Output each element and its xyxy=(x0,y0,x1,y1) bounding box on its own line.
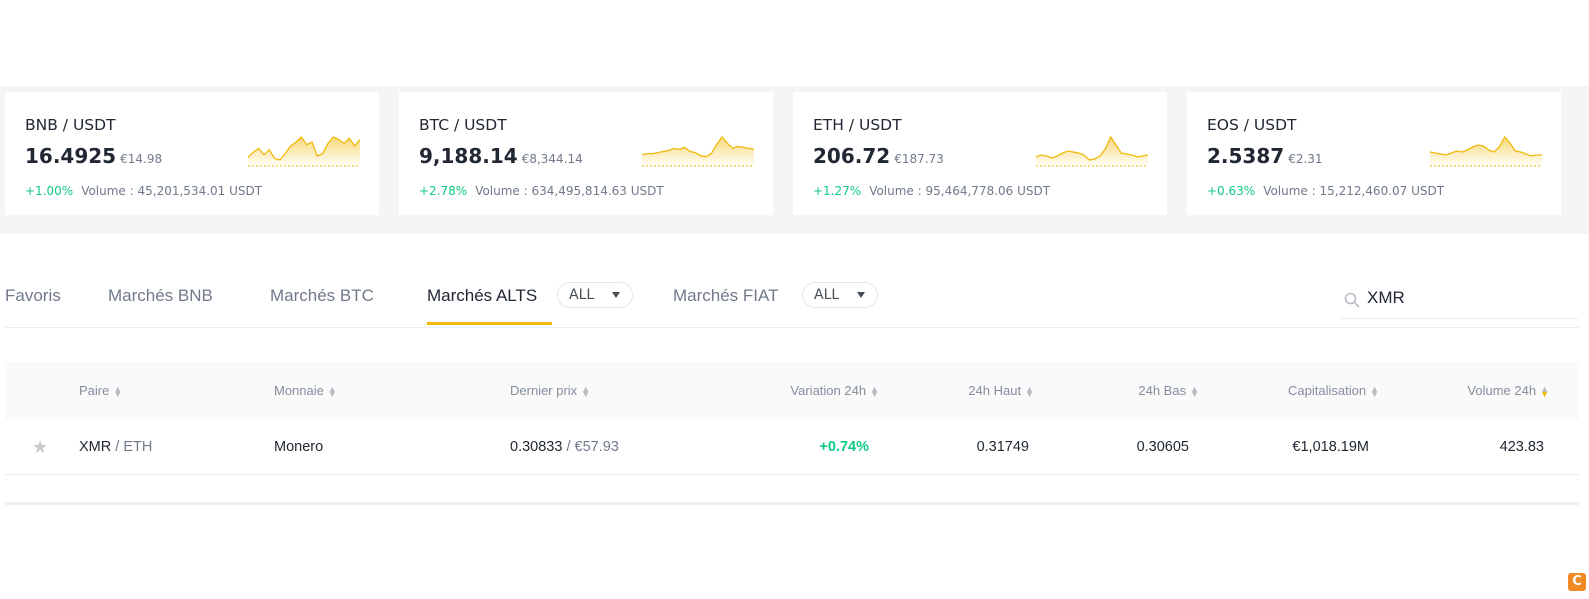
ticker-sparkline xyxy=(642,135,754,167)
ticker-card-bnb[interactable]: BNB / USDT 16.4925 €14.98 +1.00% Volume : … xyxy=(5,92,379,215)
column-header-volume[interactable]: Volume 24h ▲ ▼ xyxy=(1467,383,1549,398)
sort-icon: ▲ ▼ xyxy=(327,383,337,399)
currency-name-cell: Monero xyxy=(274,439,324,455)
tab-marches-fiat[interactable]: Marchés FIAT xyxy=(673,286,778,306)
active-tab-indicator xyxy=(427,322,552,325)
column-header-haut[interactable]: 24h Haut ▲ ▼ xyxy=(968,383,1034,398)
ticker-pair: BNB / USDT xyxy=(25,116,116,134)
alts-filter-value: ALL xyxy=(569,287,595,303)
ticker-pair: ETH / USDT xyxy=(813,116,902,134)
ticker-change: +0.63% xyxy=(1207,184,1256,198)
ticker-volume: Volume : 634,495,814.63 USDT xyxy=(475,184,664,198)
search-box xyxy=(1341,280,1578,319)
fiat-filter-dropdown[interactable]: ALL xyxy=(802,282,878,308)
column-header-bas[interactable]: 24h Bas ▲ ▼ xyxy=(1138,383,1199,398)
ticker-stats: +0.63% Volume : 15,212,460.07 USDT xyxy=(1207,184,1444,198)
ticker-price: 9,188.14 €8,344.14 xyxy=(419,144,583,168)
sparkline-area xyxy=(1036,137,1148,165)
ticker-sparkline xyxy=(248,136,360,167)
ticker-price: 16.4925 €14.98 xyxy=(25,144,163,168)
ticker-strip: BNB / USDT 16.4925 €14.98 +1.00% Volume : … xyxy=(0,86,1589,234)
ticker-pair: BTC / USDT xyxy=(419,116,507,134)
ticker-fiat-price: €2.31 xyxy=(1288,152,1323,166)
sort-icon: ▲ ▼ xyxy=(1190,383,1199,399)
fiat-filter-value: ALL xyxy=(814,287,840,303)
ticker-volume: Volume : 95,464,778.06 USDT xyxy=(869,184,1051,198)
ticker-fiat-price: €8,344.14 xyxy=(521,152,583,166)
column-header-monnaie[interactable]: Monnaie ▲ ▼ xyxy=(274,383,337,398)
column-header-paire[interactable]: Paire ▲ ▼ xyxy=(79,383,122,398)
tabs-divider xyxy=(5,327,1579,328)
tab-marches-btc[interactable]: Marchés BTC xyxy=(270,286,374,306)
chevron-down-icon xyxy=(612,292,620,298)
low-24h-cell: 0.30605 xyxy=(1136,439,1189,455)
ticker-volume: Volume : 45,201,534.01 USDT xyxy=(81,184,263,198)
ticker-change: +1.00% xyxy=(25,184,74,198)
variation-cell: +0.74% xyxy=(819,439,869,455)
column-header-variation[interactable]: Variation 24h ▲ ▼ xyxy=(790,383,879,398)
ticker-card-eth[interactable]: ETH / USDT 206.72 €187.73 +1.27% Volume : … xyxy=(793,92,1167,215)
sort-icon: ▲ ▼ xyxy=(1540,383,1549,399)
favorite-star-icon[interactable]: ★ xyxy=(32,437,48,458)
ticker-sparkline xyxy=(1036,135,1148,167)
ticker-price: 206.72 €187.73 xyxy=(813,144,944,168)
watermark-logo: C xyxy=(1568,573,1586,591)
table-header: Paire ▲ ▼ Monnaie ▲ ▼ Dernier prix ▲ ▼ Variati… xyxy=(5,362,1579,420)
pair-cell: XMR / ETH xyxy=(79,439,153,455)
sort-icon: ▲ ▼ xyxy=(113,383,123,399)
markets-table: Paire ▲ ▼ Monnaie ▲ ▼ Dernier prix ▲ ▼ Variati… xyxy=(5,362,1579,475)
ticker-change: +2.78% xyxy=(419,184,468,198)
ticker-fiat-price: €187.73 xyxy=(894,152,944,166)
sparkline-area xyxy=(642,137,754,165)
tab-favoris[interactable]: Favoris xyxy=(5,286,61,306)
ticker-volume: Volume : 15,212,460.07 USDT xyxy=(1263,184,1445,198)
ticker-stats: +1.00% Volume : 45,201,534.01 USDT xyxy=(25,184,262,198)
ticker-stats: +2.78% Volume : 634,495,814.63 USDT xyxy=(419,184,664,198)
high-24h-cell: 0.31749 xyxy=(976,439,1029,455)
column-header-capitalisation[interactable]: Capitalisation ▲ ▼ xyxy=(1288,383,1379,398)
ticker-pair: EOS / USDT xyxy=(1207,116,1297,134)
ticker-fiat-price: €14.98 xyxy=(120,152,163,166)
sort-icon: ▲ ▼ xyxy=(870,383,879,399)
sparkline-area xyxy=(1430,137,1542,165)
volume-24h-cell: 423.83 xyxy=(1499,439,1544,455)
search-icon xyxy=(1344,292,1360,308)
ticker-price: 2.5387 €2.31 xyxy=(1207,144,1323,168)
alts-filter-dropdown[interactable]: ALL xyxy=(557,282,633,308)
table-bottom-divider xyxy=(5,502,1579,505)
chevron-down-icon xyxy=(857,292,865,298)
tab-marches-alts[interactable]: Marchés ALTS xyxy=(427,286,537,306)
search-input[interactable] xyxy=(1367,285,1567,311)
column-header-dernier-prix[interactable]: Dernier prix ▲ ▼ xyxy=(510,383,590,398)
market-cap-cell: €1,018.19M xyxy=(1292,439,1369,455)
sort-icon: ▲ ▼ xyxy=(1370,383,1379,399)
table-row[interactable]: ★ XMR / ETH Monero 0.30833 / €57.93 +0.7… xyxy=(5,420,1579,475)
ticker-card-eos[interactable]: EOS / USDT 2.5387 €2.31 +0.63% Volume : 15… xyxy=(1187,92,1561,215)
sort-icon: ▲ ▼ xyxy=(1025,383,1034,399)
ticker-sparkline xyxy=(1430,135,1542,167)
ticker-stats: +1.27% Volume : 95,464,778.06 USDT xyxy=(813,184,1050,198)
last-price-cell: 0.30833 / €57.93 xyxy=(510,439,619,455)
ticker-card-btc[interactable]: BTC / USDT 9,188.14 €8,344.14 +2.78% Volum… xyxy=(399,92,773,215)
sort-icon: ▲ ▼ xyxy=(581,383,591,399)
tab-marches-bnb[interactable]: Marchés BNB xyxy=(108,286,213,306)
ticker-change: +1.27% xyxy=(813,184,862,198)
